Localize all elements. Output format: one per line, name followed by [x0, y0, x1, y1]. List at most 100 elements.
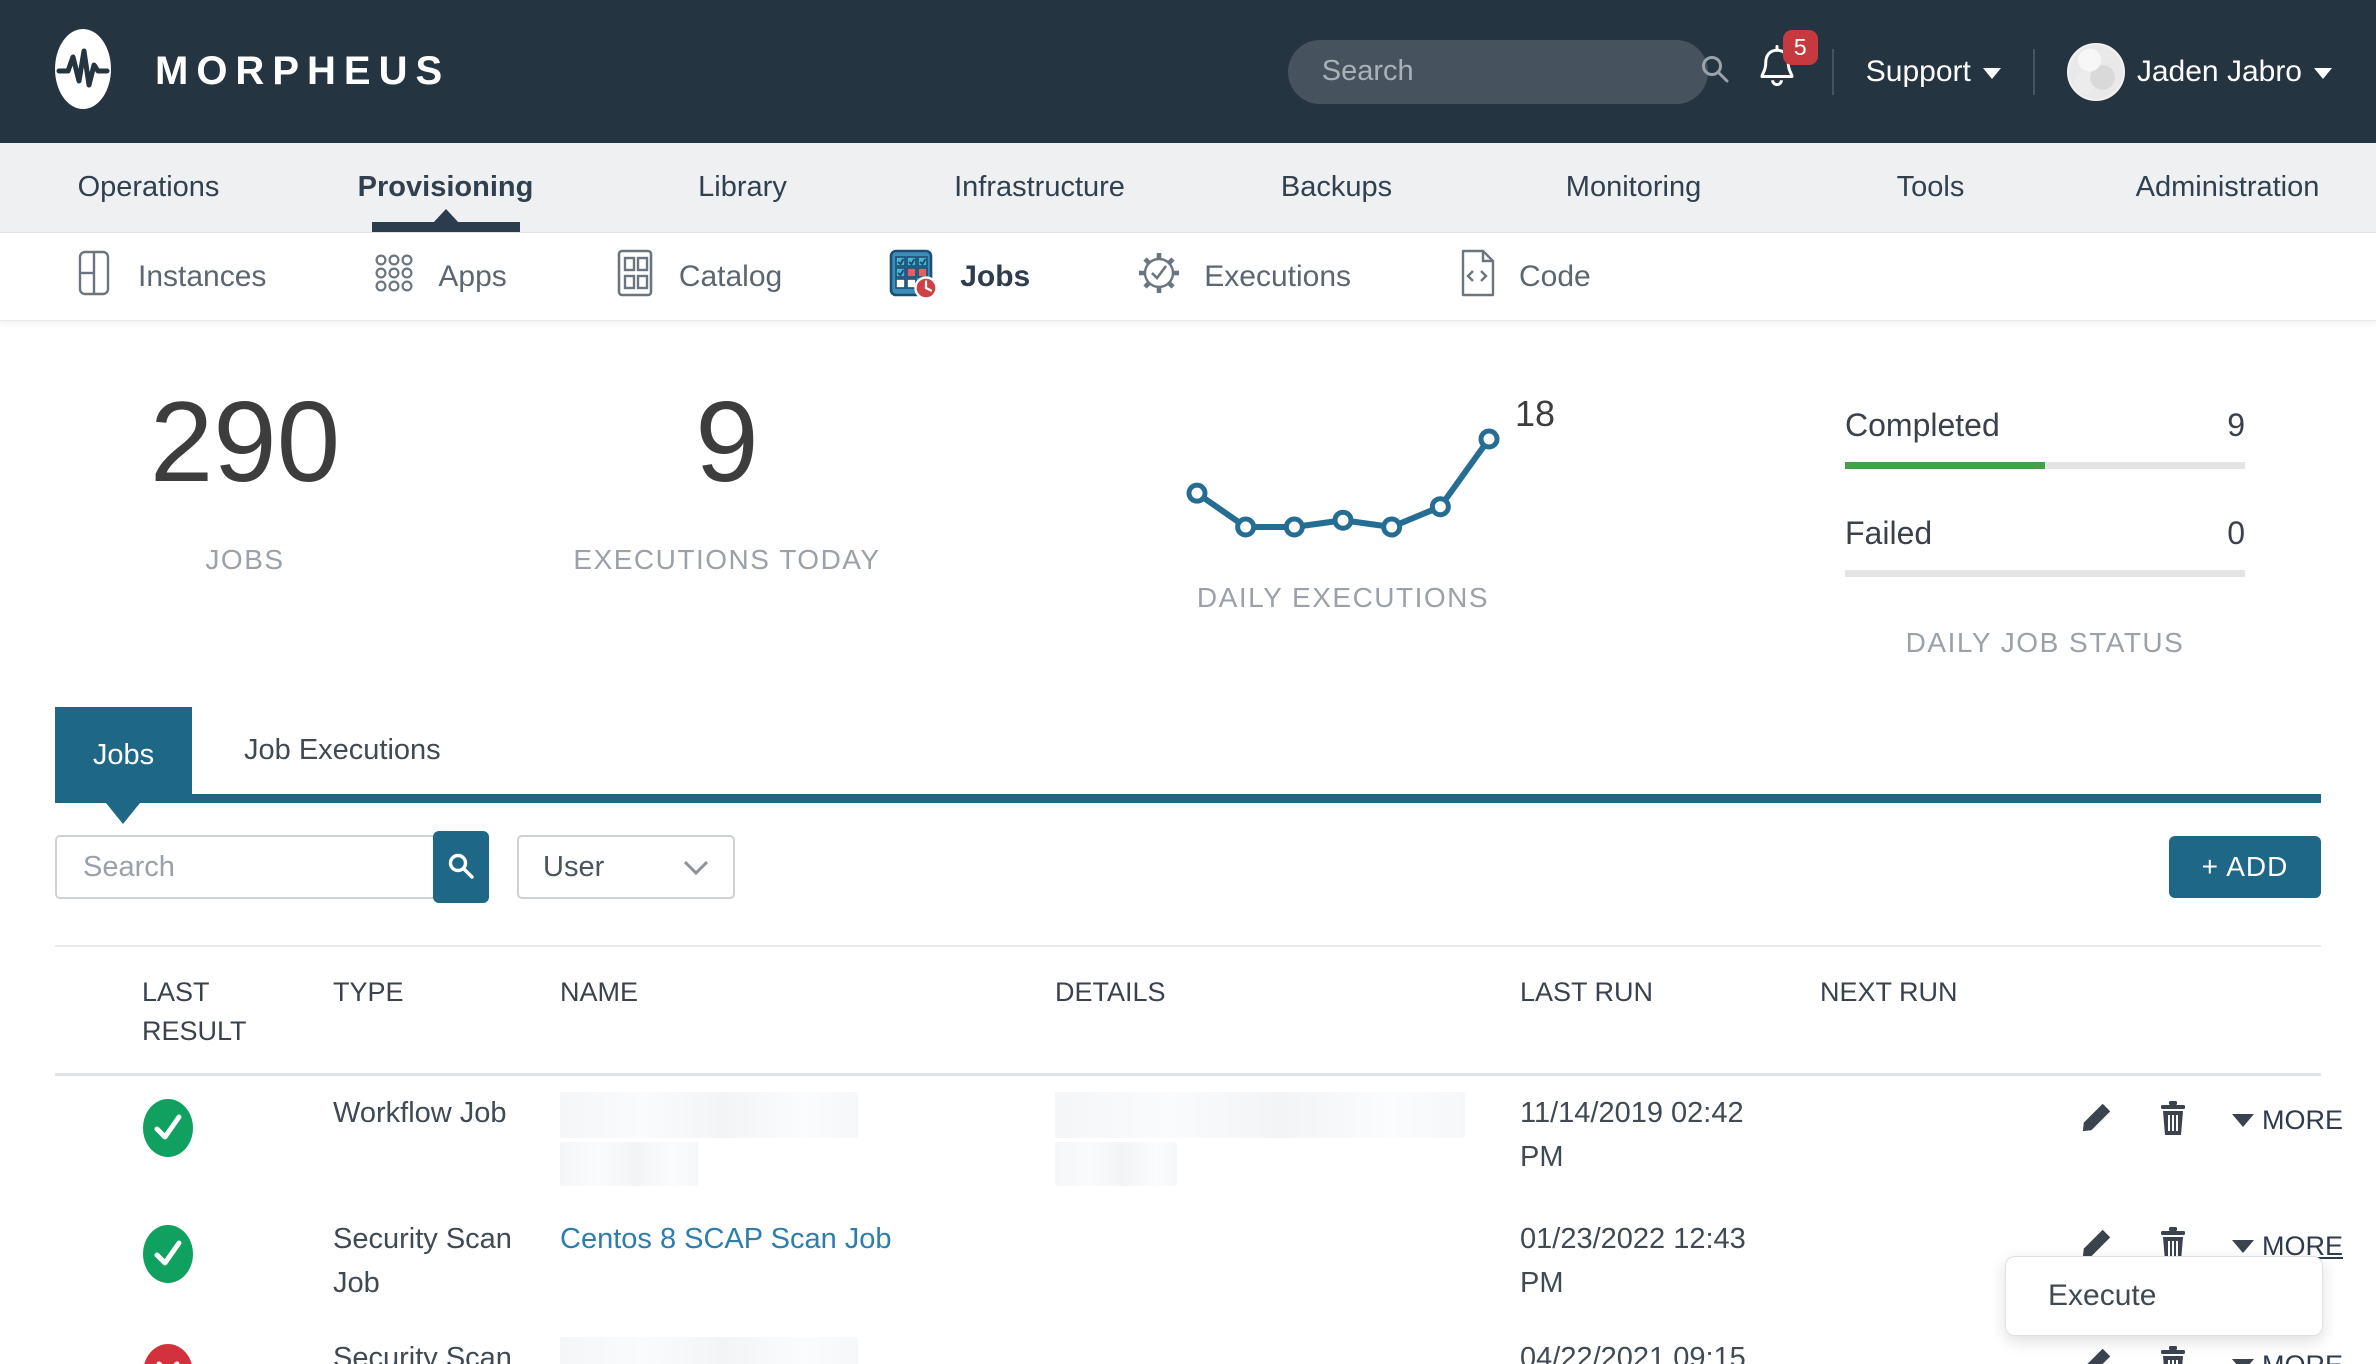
col-header-details: DETAILS [1025, 973, 1490, 1051]
nav-label: Tools [1897, 171, 1965, 204]
col-header-last-result: LAST RESULT [55, 973, 255, 1051]
nav-item-operations[interactable]: Operations [0, 143, 297, 232]
active-underline [372, 222, 520, 232]
user-name: Jaden Jabro [2137, 55, 2302, 89]
next-run-cell [1790, 1337, 2080, 1364]
sub-nav: Instances Apps Catalog [0, 233, 2376, 321]
failed-value: 0 [2227, 515, 2245, 552]
subnav-item-code[interactable]: Code [1457, 249, 1591, 305]
nav-label: Library [698, 171, 787, 204]
subnav-label: Instances [138, 260, 266, 294]
daily-job-status-label: DAILY JOB STATUS [1845, 627, 2245, 659]
last-result-cell [55, 1337, 333, 1364]
more-dropdown-button[interactable]: MORE [2232, 1345, 2343, 1364]
col-header-type: TYPE [333, 973, 560, 1051]
topbar-divider [2033, 49, 2035, 95]
bell-icon [1754, 81, 1800, 98]
tab-jobs[interactable]: Jobs [55, 707, 192, 803]
stat-jobs: 290 JOBS [55, 377, 435, 576]
more-context-menu: Execute [2005, 1256, 2323, 1336]
nav-label: Monitoring [1566, 171, 1701, 204]
subnav-item-executions[interactable]: Executions [1136, 249, 1351, 305]
subnav-item-catalog[interactable]: Catalog [613, 249, 782, 305]
more-dropdown-button[interactable]: MORE [2232, 1100, 2343, 1141]
notifications-button[interactable]: 5 [1754, 44, 1800, 99]
completed-progress-fill [1845, 462, 2045, 469]
support-menu[interactable]: Support [1866, 55, 2001, 89]
add-job-button[interactable]: + ADD [2169, 836, 2321, 898]
table-search-button[interactable] [433, 831, 489, 903]
chevron-down-icon [2314, 68, 2332, 79]
more-label: MORE [2262, 1345, 2343, 1364]
search-icon [446, 851, 476, 884]
job-name-link[interactable]: Centos 8 SCAP Scan Job [560, 1223, 892, 1255]
brand[interactable]: MORPHEUS [55, 29, 450, 114]
delete-trash-icon[interactable] [2156, 1100, 2190, 1136]
table-search-group [55, 831, 489, 903]
subnav-item-instances[interactable]: Instances [72, 249, 266, 305]
status-row-failed: Failed 0 [1845, 515, 2245, 577]
nav-label: Operations [78, 171, 220, 204]
redacted-text-block [560, 1092, 858, 1138]
topbar: MORPHEUS 5 Support Jad [0, 0, 2376, 143]
support-label: Support [1866, 55, 1971, 89]
gear-check-icon [1136, 249, 1182, 305]
jobs-label: JOBS [55, 544, 435, 576]
executions-today-count: 9 [537, 377, 917, 508]
job-type: Security Scan Job [333, 1218, 533, 1305]
more-label: MORE [2262, 1100, 2343, 1141]
table-row: Workflow Job 11/14/2019 02:42 PM MORE [55, 1076, 2321, 1202]
failed-label: Failed [1845, 515, 1932, 552]
jobs-table: LAST RESULT TYPE NAME DETAILS LAST RUN N… [55, 947, 2321, 1364]
table-search-input[interactable] [55, 835, 433, 899]
owner-filter-select[interactable]: User [517, 835, 735, 899]
nav-label: Provisioning [358, 171, 534, 204]
menu-item-execute[interactable]: Execute [2048, 1279, 2156, 1313]
apps-grid-icon [372, 249, 416, 305]
redacted-text-block [1055, 1142, 1177, 1186]
executions-today-label: EXECUTIONS TODAY [537, 544, 917, 576]
user-menu[interactable]: Jaden Jabro [2067, 43, 2332, 101]
redacted-text-block [1055, 1092, 1465, 1138]
tab-job-executions[interactable]: Job Executions [192, 707, 493, 794]
subnav-item-apps[interactable]: Apps [372, 249, 506, 305]
nav-item-monitoring[interactable]: Monitoring [1485, 143, 1782, 232]
nav-item-library[interactable]: Library [594, 143, 891, 232]
job-details-redacted [1025, 1092, 1490, 1186]
failed-progress-track [1845, 570, 2245, 577]
nav-item-tools[interactable]: Tools [1782, 143, 2079, 232]
global-search-input[interactable] [1322, 55, 1699, 88]
main-nav: Operations Provisioning Library Infrastr… [0, 143, 2376, 233]
subnav-label: Executions [1204, 260, 1351, 294]
last-result-cell [55, 1092, 333, 1186]
search-icon[interactable] [1699, 53, 1731, 90]
stats-summary: 290 JOBS 9 EXECUTIONS TODAY 18 DAILY EXE… [0, 321, 2376, 657]
daily-executions-chart: 18 DAILY EXECUTIONS [1063, 377, 1623, 614]
nav-item-provisioning[interactable]: Provisioning [297, 143, 594, 232]
edit-pencil-icon[interactable] [2080, 1345, 2114, 1364]
subnav-item-jobs[interactable]: Jobs [888, 247, 1030, 307]
delete-trash-icon[interactable] [2156, 1345, 2190, 1364]
next-run-cell [1790, 1092, 2080, 1186]
col-header-last-run: LAST RUN [1490, 973, 1790, 1051]
nav-item-infrastructure[interactable]: Infrastructure [891, 143, 1188, 232]
nav-item-administration[interactable]: Administration [2079, 143, 2376, 232]
completed-value: 9 [2227, 407, 2245, 444]
nav-label: Administration [2136, 171, 2320, 204]
tabs-accent-bar [55, 794, 2321, 803]
col-header-next-run: NEXT RUN [1790, 973, 2080, 1051]
jobs-calendar-icon [888, 247, 938, 307]
subnav-label: Catalog [679, 260, 782, 294]
row-actions: MORE [2080, 1337, 2343, 1364]
last-run-cell: 01/23/2022 12:43 PM [1490, 1218, 1790, 1305]
status-row-completed: Completed 9 [1845, 407, 2245, 469]
table-row: Security Scan Job 04/22/2021 09:15 AM MO… [55, 1321, 2321, 1364]
nav-item-backups[interactable]: Backups [1188, 143, 1485, 232]
jobs-tabs: Jobs Job Executions [55, 707, 2321, 803]
catalog-icon [613, 249, 657, 305]
redacted-text-block [560, 1142, 698, 1186]
avatar [2067, 43, 2125, 101]
success-check-icon [142, 1133, 194, 1165]
edit-pencil-icon[interactable] [2080, 1100, 2114, 1134]
completed-label: Completed [1845, 407, 2000, 444]
